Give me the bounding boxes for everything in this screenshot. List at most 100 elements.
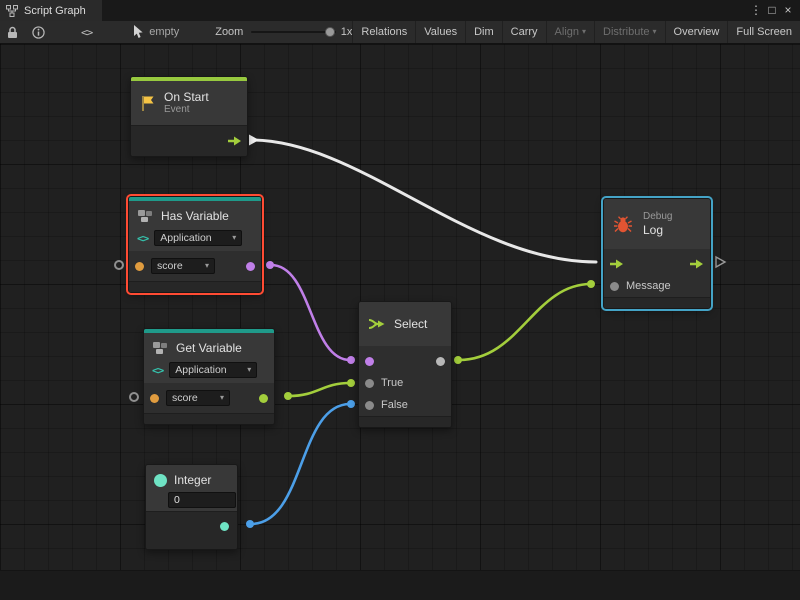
variable-name-value: score bbox=[172, 392, 198, 404]
false-input-port[interactable] bbox=[365, 401, 374, 410]
titlebar: Script Graph ⋮ □ × bbox=[0, 0, 800, 21]
node-title: Has Variable bbox=[161, 209, 229, 223]
values-button[interactable]: Values bbox=[415, 21, 465, 43]
zoom-slider-handle[interactable] bbox=[325, 27, 335, 37]
tab-script-graph[interactable]: Script Graph bbox=[0, 0, 102, 21]
flow-output-port[interactable] bbox=[228, 136, 242, 146]
flag-icon bbox=[140, 95, 156, 112]
node-debug-log[interactable]: Debug Log Message bbox=[603, 198, 711, 309]
align-button[interactable]: Align ▾ bbox=[546, 21, 594, 43]
angle-brackets-icon: <> bbox=[81, 26, 92, 39]
node-on-start[interactable]: On Start Event bbox=[130, 76, 248, 157]
value-output-port[interactable] bbox=[259, 394, 268, 403]
tab-title: Script Graph bbox=[24, 5, 86, 17]
node-integer[interactable]: Integer 0 bbox=[145, 464, 238, 550]
flow-continuation-arrow bbox=[716, 257, 725, 267]
condition-input-port[interactable] bbox=[365, 357, 374, 366]
variable-name-dropdown[interactable]: score ▾ bbox=[151, 258, 215, 274]
name-input-port[interactable] bbox=[135, 262, 144, 271]
wire-onstart-to-log[interactable] bbox=[251, 140, 596, 262]
bug-icon bbox=[613, 216, 633, 233]
code-preview-button[interactable]: <> bbox=[74, 21, 99, 43]
zoom-value: 1x bbox=[341, 26, 353, 38]
node-header: Select bbox=[359, 302, 451, 346]
maximize-button[interactable]: □ bbox=[764, 0, 780, 21]
wire-cap bbox=[347, 379, 355, 387]
node-title: Log bbox=[643, 223, 672, 237]
caret-down-icon: ▾ bbox=[247, 366, 251, 374]
variable-name-dropdown[interactable]: score ▾ bbox=[166, 390, 230, 406]
wire-cap bbox=[246, 520, 254, 528]
integer-output-port[interactable] bbox=[220, 522, 229, 531]
variables-icon bbox=[137, 209, 155, 223]
node-header: On Start Event bbox=[131, 81, 247, 125]
wire-cap bbox=[284, 392, 292, 400]
wire-start-cap bbox=[249, 135, 259, 146]
variable-scope-dropdown[interactable]: Application ▾ bbox=[169, 362, 257, 378]
flow-input-port[interactable] bbox=[610, 259, 624, 269]
message-port-label: Message bbox=[626, 280, 671, 292]
scope-value: Application bbox=[160, 232, 211, 244]
wire-cap bbox=[266, 261, 274, 269]
unconnected-input-ring[interactable] bbox=[129, 392, 139, 402]
wire-cap bbox=[347, 356, 355, 364]
lock-button[interactable] bbox=[0, 21, 25, 43]
lock-icon bbox=[7, 26, 18, 39]
fullscreen-button[interactable]: Full Screen bbox=[727, 21, 800, 43]
relations-button[interactable]: Relations bbox=[352, 21, 415, 43]
graph-toolbar: <> empty Zoom 1x Relations Values Dim Ca… bbox=[0, 21, 800, 44]
node-get-variable[interactable]: Get Variable <> Application ▾ score ▾ bbox=[143, 328, 275, 425]
node-subtitle: Event bbox=[164, 104, 209, 116]
selection-output-port[interactable] bbox=[436, 357, 445, 366]
window-menu-button[interactable]: ⋮ bbox=[748, 0, 764, 21]
node-has-variable[interactable]: Has Variable <> Application ▾ score ▾ bbox=[128, 196, 262, 293]
window-controls: ⋮ □ × bbox=[748, 0, 800, 21]
wire-cap bbox=[587, 280, 595, 288]
name-input-port[interactable] bbox=[150, 394, 159, 403]
wire-getvariable-to-select[interactable] bbox=[289, 383, 350, 396]
overview-button[interactable]: Overview bbox=[665, 21, 728, 43]
flow-output-port[interactable] bbox=[690, 259, 704, 269]
caret-down-icon: ▾ bbox=[232, 234, 236, 242]
integer-value-field[interactable]: 0 bbox=[168, 492, 236, 508]
inspect-button[interactable] bbox=[25, 21, 52, 43]
variable-scope-dropdown[interactable]: Application ▾ bbox=[154, 230, 242, 246]
carry-button[interactable]: Carry bbox=[502, 21, 546, 43]
zoom-slider-track bbox=[251, 31, 335, 33]
graph-icon bbox=[6, 5, 18, 17]
angle-brackets-icon: <> bbox=[152, 364, 163, 377]
false-port-label: False bbox=[381, 399, 408, 411]
caret-down-icon: ▾ bbox=[582, 28, 586, 36]
wire-cap bbox=[454, 356, 462, 364]
zoom-label: Zoom bbox=[215, 26, 243, 38]
integer-icon bbox=[154, 474, 167, 487]
node-header: Integer 0 bbox=[146, 465, 237, 511]
unconnected-input-ring[interactable] bbox=[114, 260, 124, 270]
variable-name-value: score bbox=[157, 260, 183, 272]
dim-button[interactable]: Dim bbox=[465, 21, 502, 43]
wire-cap bbox=[347, 400, 355, 408]
variables-icon bbox=[152, 341, 170, 355]
zoom-slider[interactable] bbox=[251, 26, 335, 38]
node-header: Debug Log bbox=[604, 199, 710, 249]
close-button[interactable]: × bbox=[780, 0, 796, 21]
wire-hasvariable-to-select[interactable] bbox=[271, 265, 350, 360]
caret-down-icon: ▾ bbox=[205, 262, 209, 270]
distribute-label: Distribute bbox=[603, 26, 649, 38]
message-input-port[interactable] bbox=[610, 282, 619, 291]
wire-select-to-log[interactable] bbox=[459, 284, 591, 360]
node-title: Integer bbox=[174, 473, 211, 487]
true-input-port[interactable] bbox=[365, 379, 374, 388]
node-select[interactable]: Select True False bbox=[358, 301, 452, 428]
distribute-button[interactable]: Distribute ▾ bbox=[594, 21, 664, 43]
graph-canvas[interactable]: On Start Event Has Variable <> bbox=[0, 44, 800, 600]
node-header: Get Variable <> Application ▾ bbox=[144, 333, 274, 383]
node-title: Select bbox=[394, 317, 427, 331]
select-icon bbox=[368, 317, 386, 331]
true-port-label: True bbox=[381, 377, 403, 389]
angle-brackets-icon: <> bbox=[137, 232, 148, 245]
selection-label: empty bbox=[149, 26, 179, 38]
bool-output-port[interactable] bbox=[246, 262, 255, 271]
canvas-bottom-edge bbox=[0, 570, 800, 600]
scope-value: Application bbox=[175, 364, 226, 376]
